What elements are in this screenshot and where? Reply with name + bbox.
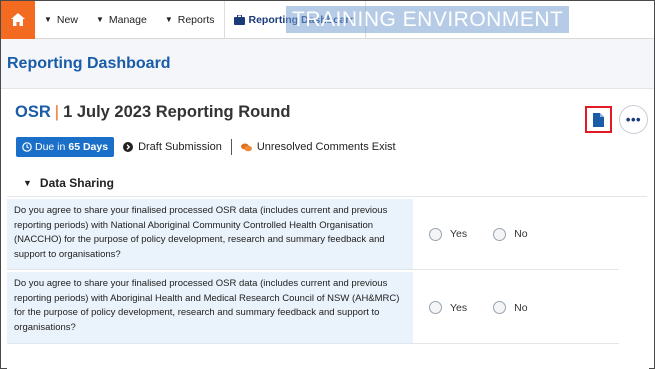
question-text: Do you agree to share your finalised pro… [7, 272, 413, 343]
due-badge: Due in 65 Days [16, 137, 115, 157]
nav-manage-label: Manage [108, 13, 147, 26]
home-icon [11, 13, 25, 26]
nav-new-label: New [56, 13, 78, 26]
question-text: Do you agree to share your finalised pro… [7, 199, 413, 269]
briefcase-icon [233, 14, 245, 25]
more-actions-button[interactable]: ••• [619, 105, 648, 134]
radio-label: No [514, 301, 528, 314]
radio-label: Yes [450, 301, 468, 314]
radio-label: Yes [450, 228, 468, 240]
nav-reports-label: Reports [177, 13, 215, 26]
document-icon [593, 112, 604, 127]
comments-status-text: Unresolved Comments Exist [256, 141, 396, 153]
caret-down-icon: ▼ [44, 15, 52, 24]
question-options: Yes No [413, 272, 619, 343]
submission-status-text: Draft Submission [138, 141, 222, 153]
status-divider [230, 139, 232, 155]
ellipsis-icon: ••• [625, 112, 642, 127]
submission-status: Draft Submission [123, 141, 222, 153]
section-title: Data Sharing [39, 175, 114, 190]
comments-status: Unresolved Comments Exist [240, 141, 396, 153]
caret-down-icon: ▼ [164, 15, 173, 24]
due-value: 65 Days [68, 141, 109, 153]
radio-option-yes[interactable]: Yes [429, 301, 467, 314]
status-row: Due in 65 Days Draft Submission Unresolv… [16, 137, 396, 157]
nav-manage-menu[interactable]: ▼ Manage [87, 1, 156, 39]
nav-reports-menu[interactable]: ▼ Reports [156, 1, 224, 39]
round-title: OSR | 1 July 2023 Reporting Round [15, 103, 290, 122]
caret-down-icon: ▼ [95, 15, 104, 24]
clock-icon [22, 142, 32, 152]
radio-option-yes[interactable]: Yes [429, 227, 468, 241]
chevron-down-icon: ▼ [23, 177, 32, 188]
arrow-circle-right-icon [123, 142, 134, 152]
question-options: Yes No [413, 199, 619, 269]
radio-label: No [514, 228, 528, 240]
radio-button[interactable] [429, 227, 442, 241]
data-sharing-section-header[interactable]: ▼ Data Sharing [7, 169, 647, 197]
due-prefix: Due in [35, 141, 66, 153]
question-row: Do you agree to share your finalised pro… [7, 272, 619, 344]
round-program: OSR [15, 103, 51, 121]
environment-banner: TRAINING ENVIRONMENT [286, 6, 570, 33]
nav-new-menu[interactable]: ▼ New [35, 1, 87, 39]
page-title: Reporting Dashboard [7, 54, 171, 72]
home-button[interactable] [1, 0, 35, 39]
radio-button[interactable] [493, 301, 507, 314]
comments-icon [240, 143, 252, 151]
radio-button[interactable] [493, 227, 507, 241]
reporting-round-card: OSR | 1 July 2023 Reporting Round ••• Du… [7, 97, 649, 369]
radio-button[interactable] [429, 301, 442, 314]
title-separator: | [54, 103, 60, 121]
radio-option-no[interactable]: No [493, 301, 528, 314]
view-document-button[interactable] [585, 106, 612, 133]
question-row: Do you agree to share your finalised pro… [7, 199, 619, 270]
round-name: 1 July 2023 Reporting Round [63, 103, 291, 121]
page-header: Reporting Dashboard [1, 39, 654, 89]
radio-option-no[interactable]: No [493, 227, 528, 241]
